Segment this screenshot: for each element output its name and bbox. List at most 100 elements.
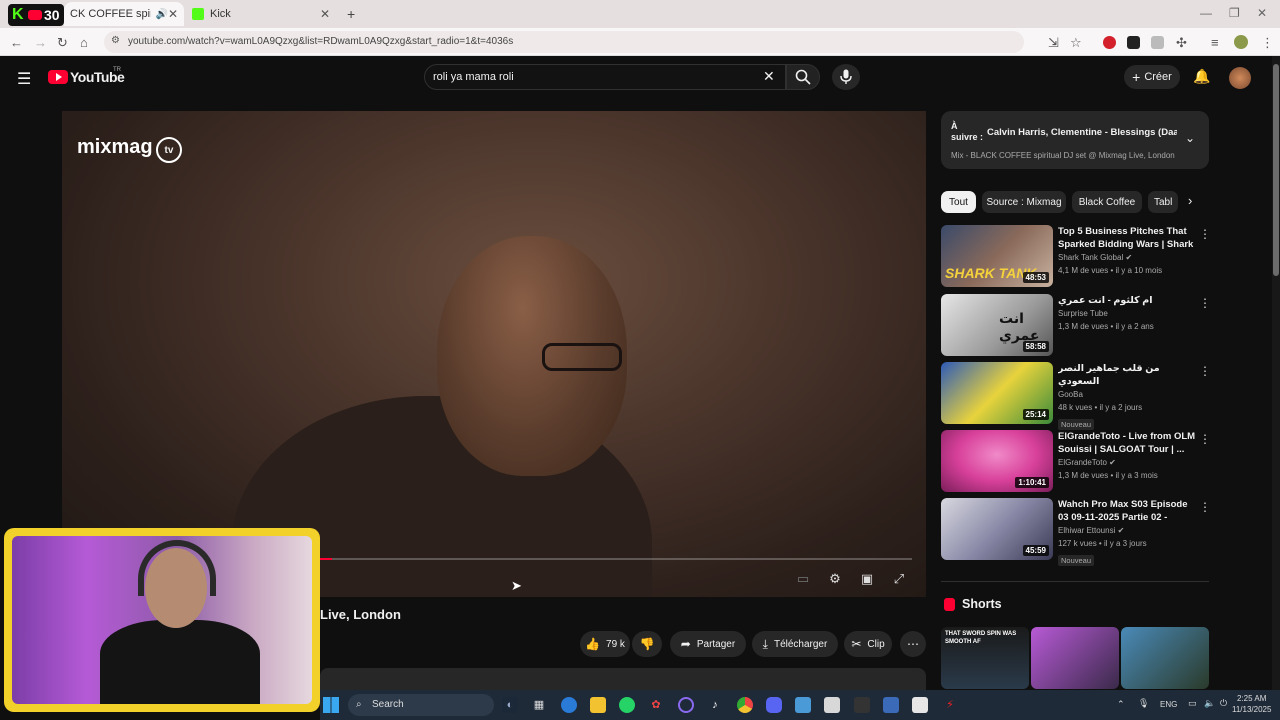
tray-mic-icon[interactable]: 🎙	[1138, 698, 1149, 709]
fullscreen-icon[interactable]: ⤢	[891, 571, 907, 587]
whatsapp-icon[interactable]	[619, 697, 635, 713]
tab-close-icon[interactable]: ✕	[168, 7, 178, 21]
extension-grey-icon[interactable]	[1151, 36, 1164, 49]
extensions-puzzle-icon[interactable]: ✣	[1176, 35, 1187, 51]
search-input[interactable]	[433, 69, 753, 85]
related-video[interactable]: 1:10:41 ElGrandeToto - Live from OLM Sou…	[941, 430, 1211, 494]
video-thumbnail[interactable]: 25:14	[941, 362, 1053, 424]
home-icon[interactable]: ⌂	[80, 35, 88, 50]
clip-button[interactable]: ✂ Clip	[844, 631, 892, 657]
app-icon[interactable]: ▦	[531, 697, 547, 713]
share-button[interactable]: ➦ Partager	[670, 631, 746, 657]
download-button[interactable]: ⤓ Télécharger	[752, 631, 838, 657]
related-video[interactable]: 25:14 من قلب جماهير النصر السعودي GooBa …	[941, 362, 1211, 430]
reading-list-icon[interactable]: ≡	[1211, 35, 1219, 50]
create-button[interactable]: + Créer	[1124, 65, 1180, 89]
app-doc-icon[interactable]	[912, 697, 928, 713]
tray-date[interactable]: 11/13/2025	[1232, 705, 1271, 714]
progress-track[interactable]	[320, 558, 912, 560]
more-options-icon[interactable]: ⋮	[1199, 296, 1211, 310]
minimize-icon[interactable]: —	[1200, 6, 1212, 20]
tab-kick[interactable]: Kick ✕	[186, 2, 336, 26]
clear-search-icon[interactable]: ✕	[763, 68, 775, 85]
channel-name[interactable]: ElGrandeToto	[1058, 458, 1107, 467]
chip-partial[interactable]: Tabl	[1148, 191, 1178, 213]
tray-volume-icon[interactable]: 🔈	[1204, 698, 1215, 709]
search-box[interactable]: ✕	[424, 64, 786, 90]
tiktok-icon[interactable]: ♪	[707, 697, 723, 713]
video-thumbnail[interactable]: 45:59	[941, 498, 1053, 560]
channel-name[interactable]: GooBa	[1058, 390, 1083, 399]
related-title[interactable]: ام كلثوم - انت عمري	[1058, 294, 1198, 307]
description-box[interactable]	[320, 668, 926, 690]
short-video-thumbnail[interactable]	[1121, 627, 1209, 689]
profile-avatar-icon[interactable]	[1234, 35, 1248, 49]
scrollbar-thumb[interactable]	[1273, 64, 1279, 276]
forward-icon[interactable]: →	[34, 35, 47, 50]
reload-icon[interactable]: ↻	[57, 35, 68, 51]
voice-search-button[interactable]	[832, 64, 860, 90]
app-blue2-icon[interactable]	[883, 697, 899, 713]
related-video[interactable]: SHARK TANK 48:53 Top 5 Business Pitches …	[941, 225, 1211, 289]
related-title[interactable]: من قلب جماهير النصر السعودي	[1058, 362, 1198, 388]
chip-source-mixmag[interactable]: Source : Mixmag	[982, 191, 1066, 213]
app-file-icon[interactable]	[824, 697, 840, 713]
new-tab-button[interactable]: +	[347, 6, 355, 22]
chevron-down-icon[interactable]: ⌄	[1185, 131, 1195, 145]
tray-power-icon[interactable]: ⏻	[1220, 698, 1227, 709]
app-dark-icon[interactable]	[854, 697, 870, 713]
video-thumbnail[interactable]: SHARK TANK 48:53	[941, 225, 1053, 287]
hamburger-menu-icon[interactable]: ☰	[17, 69, 31, 89]
dislike-button[interactable]: 👎	[632, 631, 662, 657]
tray-language[interactable]: ENG	[1160, 700, 1177, 709]
more-options-icon[interactable]: ⋮	[1199, 227, 1211, 241]
video-thumbnail[interactable]: انت عمري 58:58	[941, 294, 1053, 356]
browser-menu-icon[interactable]: ⋮	[1261, 35, 1274, 51]
up-next-panel[interactable]: À suivre : Calvin Harris, Clementine - B…	[941, 111, 1209, 169]
subtitles-icon[interactable]: ▭	[795, 571, 811, 587]
video-player[interactable]	[62, 111, 926, 597]
video-thumbnail[interactable]: 1:10:41	[941, 430, 1053, 492]
app-window-icon[interactable]	[795, 697, 811, 713]
back-icon[interactable]: ←	[10, 35, 23, 50]
more-options-icon[interactable]: ⋮	[1199, 364, 1211, 378]
notifications-bell-icon[interactable]: 🔔	[1193, 68, 1210, 85]
site-info-icon[interactable]: ⚙	[111, 35, 120, 46]
bookmark-star-icon[interactable]: ☆	[1070, 35, 1082, 51]
app-red-icon[interactable]: ⚡	[942, 697, 958, 713]
youtube-logo-icon[interactable]	[48, 70, 68, 84]
chrome-icon[interactable]	[737, 697, 753, 713]
related-video[interactable]: 45:59 Wahch Pro Max S03 Episode 03 09-11…	[941, 498, 1211, 566]
channel-name[interactable]: Shark Tank Global	[1058, 253, 1123, 262]
chevron-right-icon[interactable]: ›	[1188, 193, 1192, 208]
tray-display-icon[interactable]: ▭	[1188, 698, 1197, 709]
taskbar-search-box[interactable]: ⌕ Search	[348, 694, 494, 716]
tab-youtube[interactable]: CK COFFEE spiritual DJ 🔊 ✕	[64, 2, 184, 26]
more-options-icon[interactable]: ⋮	[1199, 500, 1211, 514]
related-title[interactable]: Wahch Pro Max S03 Episode 03 09-11-2025 …	[1058, 498, 1198, 524]
extension-dark-icon[interactable]	[1127, 36, 1140, 49]
restore-icon[interactable]: ❐	[1229, 6, 1240, 20]
file-explorer-icon[interactable]	[590, 697, 606, 713]
app-green-icon[interactable]: ✿	[648, 697, 664, 713]
windows-start-icon[interactable]	[323, 697, 339, 713]
steam-icon[interactable]: ◐	[502, 697, 518, 713]
account-avatar[interactable]	[1229, 67, 1251, 89]
app-blue-icon[interactable]	[561, 697, 577, 713]
short-video-thumbnail[interactable]	[1031, 627, 1119, 689]
theater-mode-icon[interactable]: ▣	[859, 571, 875, 587]
like-button[interactable]: 👍 79 k	[580, 631, 630, 657]
short-video-thumbnail[interactable]: THAT SWORD SPIN WAS SMOOTH AF	[941, 627, 1029, 689]
more-options-icon[interactable]: ⋮	[1199, 432, 1211, 446]
related-title[interactable]: Top 5 Business Pitches That Sparked Bidd…	[1058, 225, 1198, 251]
tab-close-icon[interactable]: ✕	[320, 7, 330, 21]
related-title[interactable]: ElGrandeToto - Live from OLM Souissi | S…	[1058, 430, 1198, 456]
extension-red-icon[interactable]	[1103, 36, 1116, 49]
discord-icon[interactable]	[766, 697, 782, 713]
channel-name[interactable]: Surprise Tube	[1058, 309, 1108, 318]
speaker-icon[interactable]: 🔊	[155, 9, 167, 20]
more-actions-button[interactable]: ⋯	[900, 631, 926, 657]
chip-black-coffee[interactable]: Black Coffee	[1072, 191, 1142, 213]
related-video[interactable]: انت عمري 58:58 ام كلثوم - انت عمري Surpr…	[941, 294, 1211, 358]
chip-all[interactable]: Tout	[941, 191, 976, 213]
